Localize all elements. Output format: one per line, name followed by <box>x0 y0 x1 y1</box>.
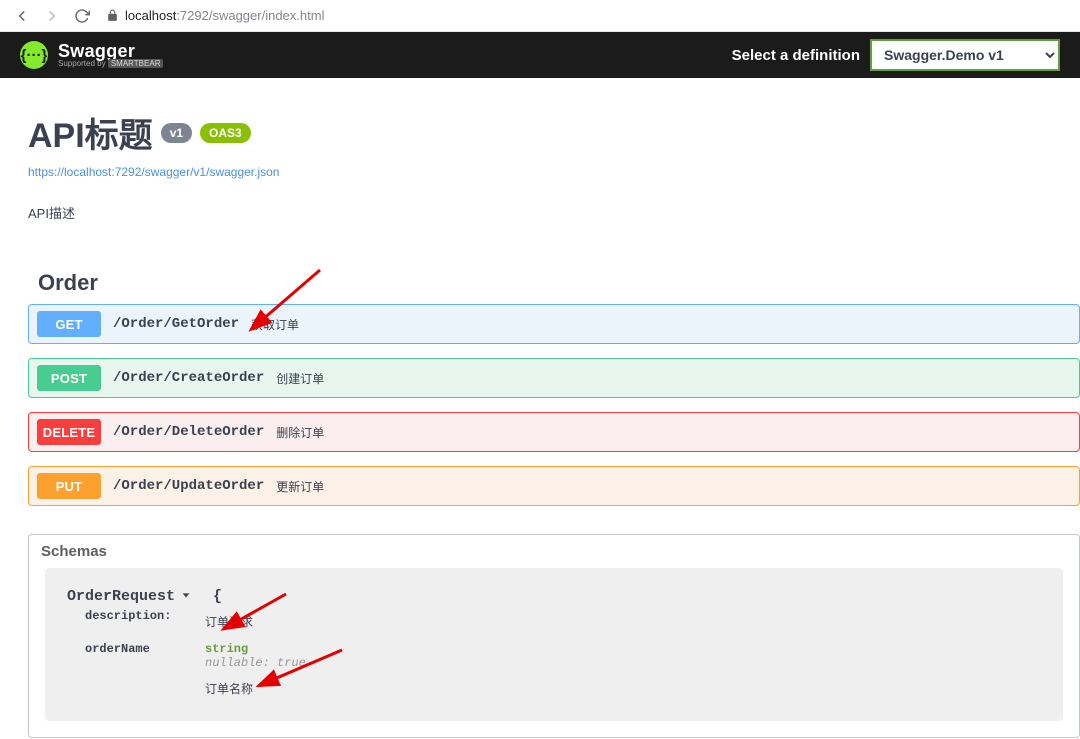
model-title[interactable]: OrderRequest { <box>67 588 1041 605</box>
main-content: API标题 v1 OAS3 https://localhost:7292/swa… <box>0 78 1080 738</box>
browser-toolbar: localhost:7292/swagger/index.html <box>0 0 1080 32</box>
operation-path: /Order/UpdateOrder <box>113 478 264 494</box>
arrow-right-icon <box>43 7 61 25</box>
operation-summary: 更新订单 <box>276 478 324 495</box>
http-method-badge: DELETE <box>37 419 101 445</box>
model-desc-key: description: <box>85 609 205 640</box>
caret-down-icon <box>181 588 191 605</box>
schemas-body: OrderRequest { description: 订单请求 orderNa… <box>45 568 1063 721</box>
brand-title: Swagger <box>58 42 163 60</box>
http-method-badge: PUT <box>37 473 101 499</box>
version-badge: v1 <box>161 123 192 143</box>
schemas-section: Schemas OrderRequest { description: 订单请求… <box>28 534 1080 738</box>
swagger-logo-icon: {···} <box>20 41 48 69</box>
forward-button[interactable] <box>38 2 66 30</box>
api-title: API标题 v1 OAS3 <box>28 108 251 157</box>
operation-summary: 创建订单 <box>276 370 324 387</box>
reload-button[interactable] <box>68 2 96 30</box>
brand-subtitle: Supported by SMARTBEAR <box>58 60 163 68</box>
opblock-get[interactable]: GET/Order/GetOrder 获取订单 <box>28 304 1080 344</box>
tag-name[interactable]: Order <box>28 270 1080 304</box>
api-description: API描述 <box>28 203 1080 222</box>
schemas-header[interactable]: Schemas <box>29 535 1079 568</box>
address-bar[interactable]: localhost:7292/swagger/index.html <box>106 3 1072 29</box>
operation-summary: 获取订单 <box>251 316 299 333</box>
operation-path: /Order/DeleteOrder <box>113 424 264 440</box>
model-prop-nullable: nullable: true <box>205 656 306 670</box>
tag-order: Order GET/Order/GetOrder 获取订单 POST/Order/C… <box>28 270 1080 506</box>
model-desc-value: 订单请求 <box>205 613 253 630</box>
model-name: OrderRequest <box>67 588 175 605</box>
definition-select-label: Select a definition <box>732 47 860 64</box>
opblock-post[interactable]: POST/Order/CreateOrder 创建订单 <box>28 358 1080 398</box>
operation-path: /Order/CreateOrder <box>113 370 264 386</box>
spec-link[interactable]: https://localhost:7292/swagger/v1/swagge… <box>28 165 279 179</box>
arrow-left-icon <box>13 7 31 25</box>
swagger-topbar: {···} Swagger Supported by SMARTBEAR Sel… <box>0 32 1080 78</box>
api-title-text: API标题 <box>28 108 153 157</box>
definition-select[interactable]: Swagger.Demo v1 <box>870 39 1060 71</box>
oas-badge: OAS3 <box>200 123 251 143</box>
model-prop-desc: 订单名称 <box>205 680 306 697</box>
opblock-put[interactable]: PUT/Order/UpdateOrder 更新订单 <box>28 466 1080 506</box>
reload-icon <box>74 8 90 24</box>
back-button[interactable] <box>8 2 36 30</box>
model-prop-type: string <box>205 642 306 656</box>
http-method-badge: GET <box>37 311 101 337</box>
brace-open: { <box>213 588 222 605</box>
info-section: API标题 v1 OAS3 https://localhost:7292/swa… <box>28 108 1080 222</box>
url-text: localhost:7292/swagger/index.html <box>125 8 324 23</box>
lock-icon <box>106 9 119 22</box>
opblock-delete[interactable]: DELETE/Order/DeleteOrder 删除订单 <box>28 412 1080 452</box>
http-method-badge: POST <box>37 365 101 391</box>
topbar-brand: {···} Swagger Supported by SMARTBEAR <box>20 41 163 69</box>
operations-list: GET/Order/GetOrder 获取订单 POST/Order/CreateO… <box>28 304 1080 506</box>
operation-path: /Order/GetOrder <box>113 316 239 332</box>
model-prop-name: orderName <box>85 642 205 707</box>
operation-summary: 删除订单 <box>276 424 324 441</box>
